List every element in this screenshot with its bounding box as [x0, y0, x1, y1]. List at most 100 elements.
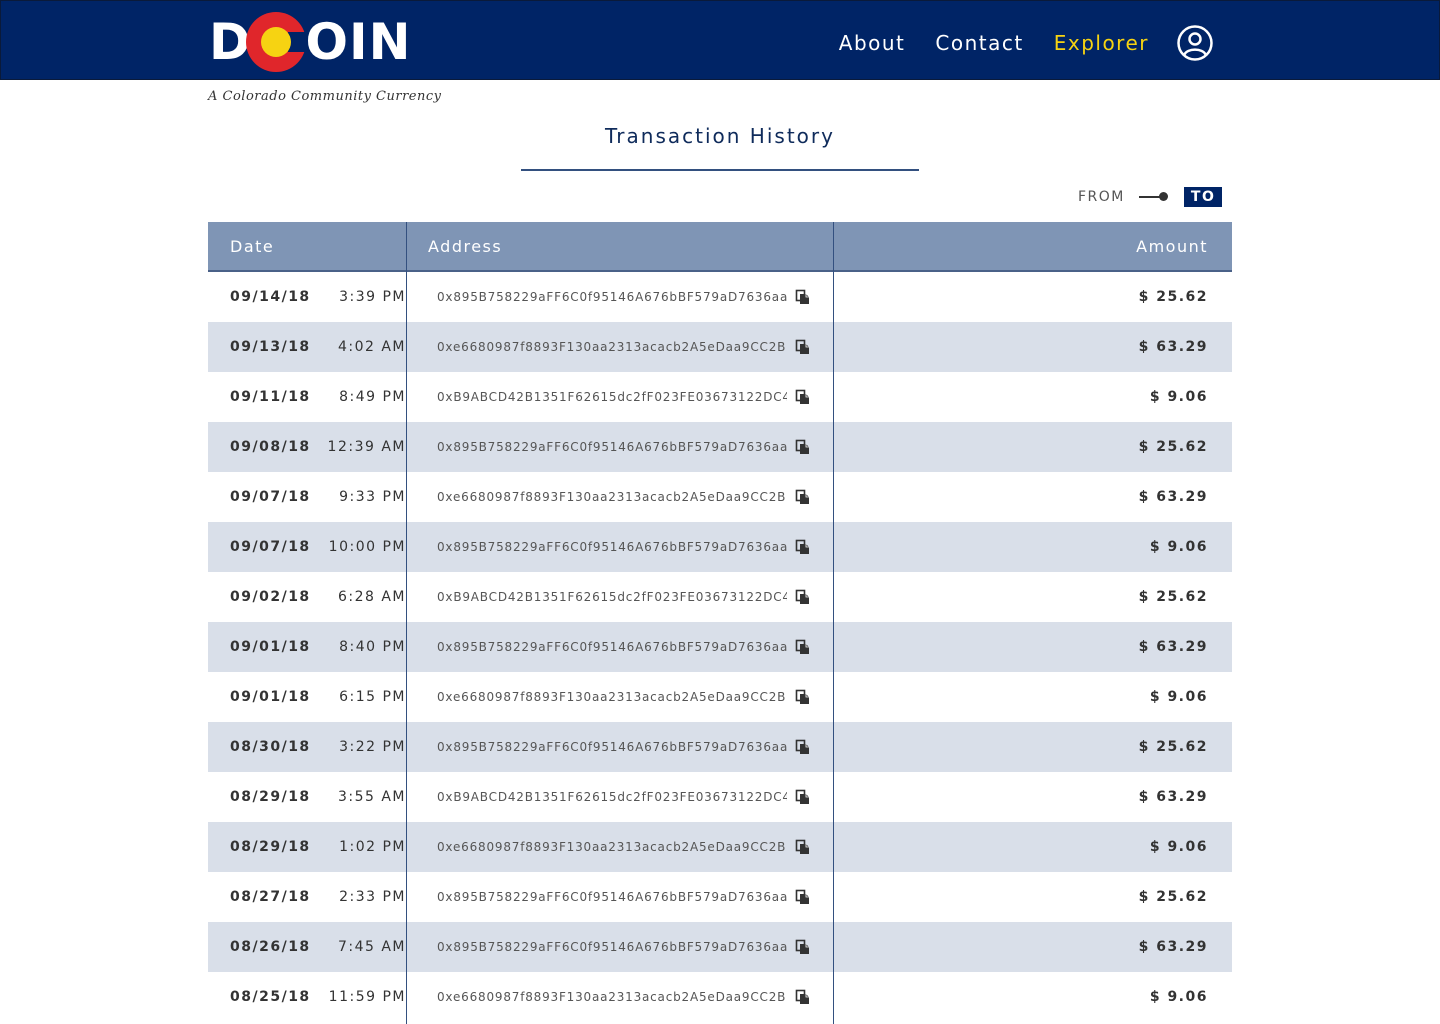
column-header-address[interactable]: Address	[406, 237, 834, 256]
transaction-time: 2:33 PM	[339, 889, 406, 905]
table-row[interactable]: 09/11/18 8:49 PM 0xB9ABCD42B1351F62615dc2f…	[208, 372, 1232, 422]
nav-explorer-link[interactable]: Explorer	[1054, 31, 1149, 55]
wallet-address[interactable]: 0xe6680987f8893F130aa2313acacb2A5eDaa9CC…	[437, 690, 787, 704]
transaction-time: 6:28 AM	[337, 589, 406, 605]
transaction-date: 09/01/18	[230, 639, 311, 655]
date-cell: 09/07/18 10:00 PM	[208, 539, 406, 555]
transaction-time: 9:33 PM	[339, 489, 406, 505]
transaction-date: 09/07/18	[230, 489, 311, 505]
table-row[interactable]: 09/02/18 6:28 AM 0xB9ABCD42B1351F62615dc2f…	[208, 572, 1232, 622]
date-cell: 08/25/18 11:59 PM	[208, 989, 406, 1005]
table-row[interactable]: 08/29/18 1:02 PM 0xe6680987f8893F130aa2313…	[208, 822, 1232, 872]
transaction-date: 08/26/18	[230, 939, 311, 955]
copy-icon[interactable]	[795, 789, 811, 805]
date-cell: 08/30/18 3:22 PM	[208, 739, 406, 755]
wallet-address[interactable]: 0x895B758229aFF6C0f95146A676bBF579aD7636…	[437, 290, 787, 304]
transaction-date: 09/11/18	[230, 389, 311, 405]
table-row[interactable]: 09/01/18 8:40 PM 0x895B758229aFF6C0f95146A…	[208, 622, 1232, 672]
table-row[interactable]: 09/01/18 6:15 PM 0xe6680987f8893F130aa2313…	[208, 672, 1232, 722]
copy-icon[interactable]	[795, 289, 811, 305]
date-cell: 08/29/18 1:02 PM	[208, 839, 406, 855]
column-header-amount[interactable]: Amount	[834, 237, 1232, 256]
table-row[interactable]: 08/26/18 7:45 AM 0x895B758229aFF6C0f95146A…	[208, 922, 1232, 972]
copy-icon[interactable]	[795, 689, 811, 705]
wallet-address[interactable]: 0x895B758229aFF6C0f95146A676bBF579aD7636…	[437, 640, 787, 654]
wallet-address[interactable]: 0xe6680987f8893F130aa2313acacb2A5eDaa9CC…	[437, 340, 787, 354]
address-cell: 0xe6680987f8893F130aa2313acacb2A5eDaa9CC…	[406, 989, 834, 1005]
table-row[interactable]: 09/14/18 3:39 PM 0x895B758229aFF6C0f95146A…	[208, 272, 1232, 322]
nav-contact-link[interactable]: Contact	[935, 31, 1023, 55]
transaction-amount: $ 25.62	[1138, 589, 1208, 605]
copy-icon[interactable]	[795, 989, 811, 1005]
table-row[interactable]: 08/30/18 3:22 PM 0x895B758229aFF6C0f95146A…	[208, 722, 1232, 772]
copy-icon[interactable]	[795, 539, 811, 555]
dcoin-logo[interactable]: D OIN	[209, 11, 411, 73]
logo-letters-oin: OIN	[305, 13, 412, 71]
copy-icon[interactable]	[795, 739, 811, 755]
address-cell: 0x895B758229aFF6C0f95146A676bBF579aD7636…	[406, 639, 834, 655]
transaction-date: 09/14/18	[230, 289, 311, 305]
page-title: Transaction History	[605, 124, 835, 148]
wallet-address[interactable]: 0xB9ABCD42B1351F62615dc2fF023FE03673122D…	[437, 390, 787, 404]
table-body: 09/14/18 3:39 PM 0x895B758229aFF6C0f95146A…	[208, 272, 1232, 1022]
copy-icon[interactable]	[795, 439, 811, 455]
address-cell: 0x895B758229aFF6C0f95146A676bBF579aD7636…	[406, 739, 834, 755]
transaction-amount: $ 9.06	[1149, 839, 1208, 855]
copy-icon[interactable]	[795, 489, 811, 505]
table-row[interactable]: 09/08/18 12:39 AM 0x895B758229aFF6C0f95146…	[208, 422, 1232, 472]
wallet-address[interactable]: 0x895B758229aFF6C0f95146A676bBF579aD7636…	[437, 540, 787, 554]
nav-about-link[interactable]: About	[839, 31, 906, 55]
date-cell: 08/27/18 2:33 PM	[208, 889, 406, 905]
transaction-time: 6:15 PM	[339, 689, 406, 705]
table-row[interactable]: 09/07/18 9:33 PM 0xe6680987f8893F130aa2313…	[208, 472, 1232, 522]
user-account-icon[interactable]	[1177, 25, 1213, 61]
transaction-date: 08/30/18	[230, 739, 311, 755]
address-cell: 0xe6680987f8893F130aa2313acacb2A5eDaa9CC…	[406, 689, 834, 705]
wallet-address[interactable]: 0xe6680987f8893F130aa2313acacb2A5eDaa9CC…	[437, 990, 787, 1004]
address-cell: 0x895B758229aFF6C0f95146A676bBF579aD7636…	[406, 289, 834, 305]
table-row[interactable]: 08/29/18 3:55 AM 0xB9ABCD42B1351F62615dc2f…	[208, 772, 1232, 822]
transaction-amount: $ 9.06	[1149, 539, 1208, 555]
wallet-address[interactable]: 0x895B758229aFF6C0f95146A676bBF579aD7636…	[437, 940, 787, 954]
transaction-date: 09/01/18	[230, 689, 311, 705]
wallet-address[interactable]: 0x895B758229aFF6C0f95146A676bBF579aD7636…	[437, 440, 787, 454]
transaction-date: 09/02/18	[230, 589, 311, 605]
wallet-address[interactable]: 0x895B758229aFF6C0f95146A676bBF579aD7636…	[437, 890, 787, 904]
direction-toggle: FROM TO	[1078, 186, 1223, 208]
toggle-from-label[interactable]: FROM	[1078, 189, 1125, 205]
wallet-address[interactable]: 0xe6680987f8893F130aa2313acacb2A5eDaa9CC…	[437, 840, 787, 854]
transaction-amount: $ 25.62	[1138, 889, 1208, 905]
transaction-amount: $ 25.62	[1138, 739, 1208, 755]
transaction-amount: $ 9.06	[1149, 989, 1208, 1005]
toggle-to-label[interactable]: TO	[1183, 187, 1223, 207]
date-cell: 09/01/18 6:15 PM	[208, 689, 406, 705]
transaction-time: 10:00 PM	[328, 539, 406, 555]
copy-icon[interactable]	[795, 639, 811, 655]
table-row[interactable]: 09/13/18 4:02 AM 0xe6680987f8893F130aa2313…	[208, 322, 1232, 372]
address-cell: 0x895B758229aFF6C0f95146A676bBF579aD7636…	[406, 439, 834, 455]
copy-icon[interactable]	[795, 339, 811, 355]
copy-icon[interactable]	[795, 889, 811, 905]
copy-icon[interactable]	[795, 939, 811, 955]
wallet-address[interactable]: 0xe6680987f8893F130aa2313acacb2A5eDaa9CC…	[437, 490, 787, 504]
direction-switch[interactable]	[1138, 187, 1169, 207]
column-header-date[interactable]: Date	[208, 237, 406, 256]
column-divider-address	[833, 222, 834, 1024]
table-row[interactable]: 09/07/18 10:00 PM 0x895B758229aFF6C0f95146…	[208, 522, 1232, 572]
transaction-table: Date Address Amount 09/14/18 3:39 PM 0x895…	[208, 222, 1232, 1022]
wallet-address[interactable]: 0xB9ABCD42B1351F62615dc2fF023FE03673122D…	[437, 790, 787, 804]
date-cell: 08/26/18 7:45 AM	[208, 939, 406, 955]
date-cell: 09/13/18 4:02 AM	[208, 339, 406, 355]
table-row[interactable]: 08/27/18 2:33 PM 0x895B758229aFF6C0f95146A…	[208, 872, 1232, 922]
wallet-address[interactable]: 0x895B758229aFF6C0f95146A676bBF579aD7636…	[437, 740, 787, 754]
copy-icon[interactable]	[795, 589, 811, 605]
wallet-address[interactable]: 0xB9ABCD42B1351F62615dc2fF023FE03673122D…	[437, 590, 787, 604]
transaction-date: 09/08/18	[230, 439, 311, 455]
table-row[interactable]: 08/25/18 11:59 PM 0xe6680987f8893F130aa231…	[208, 972, 1232, 1022]
copy-icon[interactable]	[795, 839, 811, 855]
copy-icon[interactable]	[795, 389, 811, 405]
date-cell: 09/11/18 8:49 PM	[208, 389, 406, 405]
main-nav: About Contact Explorer	[809, 23, 1213, 63]
transaction-time: 8:40 PM	[339, 639, 406, 655]
transaction-time: 12:39 AM	[327, 439, 406, 455]
